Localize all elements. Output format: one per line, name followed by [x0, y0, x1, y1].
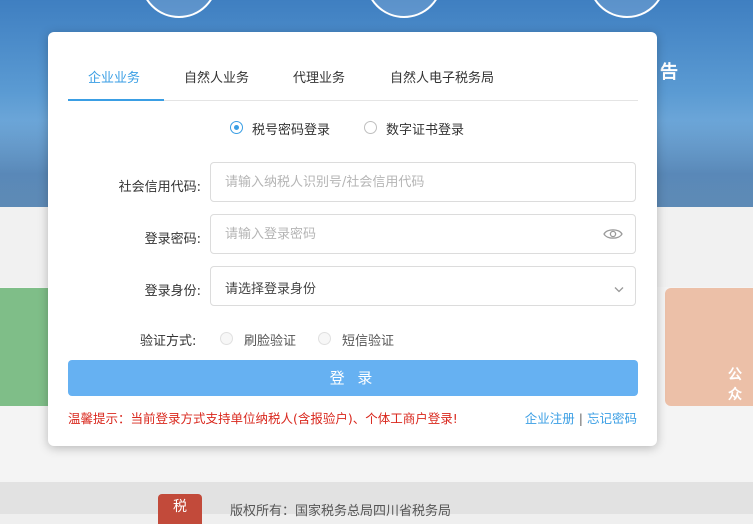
- credit-code-input[interactable]: [211, 163, 595, 201]
- identity-select[interactable]: 请选择登录身份: [210, 266, 636, 306]
- orange-card-label: 公众: [728, 367, 742, 403]
- verify-method-label: 验证方式:: [140, 334, 197, 349]
- active-tab-indicator: [68, 99, 164, 101]
- identity-select-value: 请选择登录身份: [225, 282, 317, 297]
- footer-logo: 税: [158, 494, 202, 524]
- footer-copyright: 版权所有：国家税务总局四川省税务局: [230, 504, 452, 519]
- eye-icon[interactable]: [603, 226, 623, 246]
- forgot-password-link[interactable]: 忘记密码: [587, 411, 637, 426]
- chevron-down-icon: [613, 280, 625, 299]
- credit-code-field: [210, 162, 636, 202]
- tab-individual-etax[interactable]: 自然人电子税务局: [390, 67, 494, 86]
- background-green-card: [0, 288, 48, 406]
- identity-label: 登录身份:: [144, 284, 201, 299]
- password-label: 登录密码:: [144, 232, 201, 247]
- register-link[interactable]: 企业注册: [525, 411, 575, 426]
- tab-individual[interactable]: 自然人业务: [184, 67, 249, 86]
- radio-certificate-login-label: 数字证书登录: [386, 123, 465, 138]
- radio-password-login-label: 税号密码登录: [252, 123, 331, 138]
- link-separator: |: [578, 411, 583, 426]
- login-button[interactable]: 登 录: [68, 360, 638, 396]
- radio-checked-icon[interactable]: [230, 121, 243, 134]
- radio-unchecked-icon[interactable]: [364, 121, 377, 134]
- credit-code-label: 社会信用代码:: [118, 180, 201, 195]
- login-panel: 企业业务 自然人业务 代理业务 自然人电子税务局 税号密码登录 数字证书登录 社…: [48, 32, 657, 446]
- radio-face-verify-label: 刷脸验证: [244, 334, 297, 349]
- background-side-text: 告: [660, 62, 678, 83]
- tab-enterprise[interactable]: 企业业务: [88, 67, 140, 86]
- warm-tip: 温馨提示：当前登录方式支持单位纳税人(含报验户)、个体工商户登录!: [68, 411, 458, 426]
- password-input[interactable]: [211, 215, 595, 253]
- radio-sms-verify-label: 短信验证: [342, 334, 395, 349]
- footer-links: 企业注册 | 忘记密码: [525, 408, 637, 427]
- radio-disabled-icon[interactable]: [220, 332, 233, 345]
- password-field: [210, 214, 636, 254]
- radio-disabled-icon[interactable]: [318, 332, 331, 345]
- login-tabs: 企业业务 自然人业务 代理业务 自然人电子税务局: [68, 54, 638, 101]
- tab-agent[interactable]: 代理业务: [293, 67, 345, 86]
